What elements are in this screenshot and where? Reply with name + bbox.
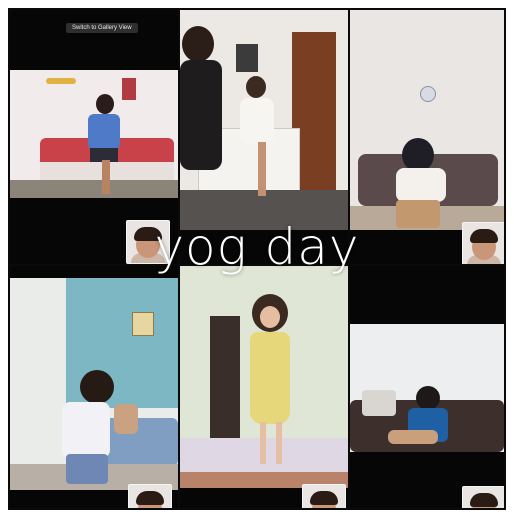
child-leg	[102, 160, 110, 194]
child-legs	[388, 430, 438, 444]
participant-video-2	[180, 10, 348, 230]
switch-view-button[interactable]: Switch to Gallery View	[66, 23, 138, 33]
child-dress	[250, 332, 290, 424]
participant-tile-4[interactable]	[10, 266, 178, 508]
child-body	[240, 98, 274, 144]
wall-clock	[420, 86, 436, 102]
thumb-hair	[310, 491, 338, 505]
participant-video-4	[10, 278, 178, 490]
participant-tile-5[interactable]	[180, 266, 348, 508]
adult-body	[180, 60, 222, 170]
floor	[10, 180, 178, 198]
child-leg-right	[276, 422, 282, 464]
self-view-thumbnail[interactable]	[128, 484, 172, 508]
door	[210, 316, 240, 440]
cushion	[362, 390, 396, 416]
participant-video-1	[10, 70, 178, 198]
thumb-hair	[136, 491, 164, 505]
video-letterbox-top	[10, 10, 178, 70]
child-body	[396, 168, 446, 202]
wall-decoration	[122, 78, 136, 100]
thumb-hair	[470, 493, 498, 507]
second-child	[114, 404, 138, 434]
star-decoration	[46, 78, 76, 84]
child-head	[416, 386, 440, 410]
child-head	[80, 370, 114, 404]
child-leg-left	[260, 422, 266, 464]
wall-art	[236, 44, 258, 72]
child-leg	[258, 142, 266, 196]
adult-head	[182, 26, 214, 62]
child-head	[96, 94, 114, 114]
wall-art	[132, 312, 154, 336]
participant-video-5	[180, 266, 348, 488]
child-pants	[66, 454, 108, 484]
self-view-thumbnail[interactable]	[302, 484, 346, 508]
child-head	[246, 76, 266, 98]
self-view-thumbnail[interactable]	[462, 486, 504, 508]
participant-tile-6[interactable]	[350, 266, 504, 508]
child-face	[260, 306, 280, 328]
child-body	[62, 402, 110, 458]
participant-video-3	[350, 10, 504, 230]
child-shirt	[88, 114, 120, 150]
participant-video-6	[350, 324, 504, 452]
child-head	[402, 138, 434, 172]
overlay-caption: yog day	[154, 218, 360, 276]
